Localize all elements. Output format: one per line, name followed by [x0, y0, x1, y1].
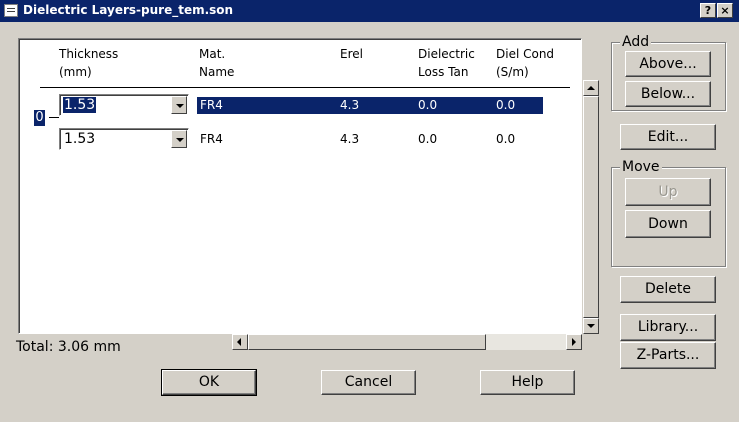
thickness-input[interactable]: 1.53	[59, 128, 189, 150]
metal-level-label: 0	[34, 110, 45, 126]
erel-cell[interactable]: 4.3	[340, 98, 359, 112]
loss-tan-cell[interactable]: 0.0	[418, 132, 437, 146]
edit-button[interactable]: Edit...	[620, 124, 716, 150]
layer-table	[18, 38, 582, 334]
add-below-button[interactable]: Below...	[625, 81, 711, 107]
vertical-scrollbar[interactable]	[583, 80, 599, 334]
header-thickness: Thickness (mm)	[59, 47, 119, 79]
header-erel: Erel	[340, 47, 363, 61]
cancel-button[interactable]: Cancel	[321, 370, 416, 395]
delete-button[interactable]: Delete	[620, 276, 716, 303]
loss-tan-cell[interactable]: 0.0	[418, 98, 437, 112]
title-bar: Dielectric Layers-pure_tem.son ? ×	[0, 0, 739, 22]
horizontal-scroll-thumb[interactable]	[248, 334, 486, 350]
erel-cell[interactable]: 4.3	[340, 132, 359, 146]
move-down-button[interactable]: Down	[625, 210, 711, 238]
selected-row-highlight[interactable]	[197, 97, 543, 114]
vertical-scroll-thumb[interactable]	[583, 96, 599, 318]
add-above-button[interactable]: Above...	[625, 51, 711, 77]
z-parts-button[interactable]: Z-Parts...	[620, 342, 716, 369]
ok-button[interactable]: OK	[161, 369, 257, 396]
horizontal-scrollbar[interactable]	[232, 334, 582, 350]
diel-cond-cell[interactable]: 0.0	[496, 98, 515, 112]
header-diel-cond: Diel Cond (S/m)	[496, 47, 555, 79]
header-divider	[40, 87, 570, 88]
close-icon[interactable]: ×	[717, 3, 733, 18]
help-title-button[interactable]: ?	[700, 3, 716, 18]
window-title: Dielectric Layers-pure_tem.son	[23, 3, 234, 17]
chevron-down-icon[interactable]	[171, 130, 187, 148]
header-loss-tan: Dielectric Loss Tan	[418, 47, 475, 79]
scroll-left-icon[interactable]	[232, 334, 248, 350]
move-up-button[interactable]: Up	[625, 178, 711, 206]
thickness-input[interactable]: 1.53	[59, 94, 189, 116]
metal-level-line	[49, 117, 59, 118]
scroll-right-icon[interactable]	[566, 334, 582, 350]
header-material: Mat. Name	[199, 47, 235, 79]
scroll-up-icon[interactable]	[583, 80, 599, 96]
material-cell[interactable]: FR4	[200, 132, 223, 146]
library-button[interactable]: Library...	[620, 314, 716, 341]
total-thickness: Total: 3.06 mm	[16, 339, 121, 355]
app-icon	[4, 4, 18, 17]
help-button[interactable]: Help	[480, 370, 575, 395]
diel-cond-cell[interactable]: 0.0	[496, 132, 515, 146]
material-cell[interactable]: FR4	[200, 98, 223, 112]
chevron-down-icon[interactable]	[171, 96, 187, 114]
scroll-down-icon[interactable]	[583, 318, 599, 334]
